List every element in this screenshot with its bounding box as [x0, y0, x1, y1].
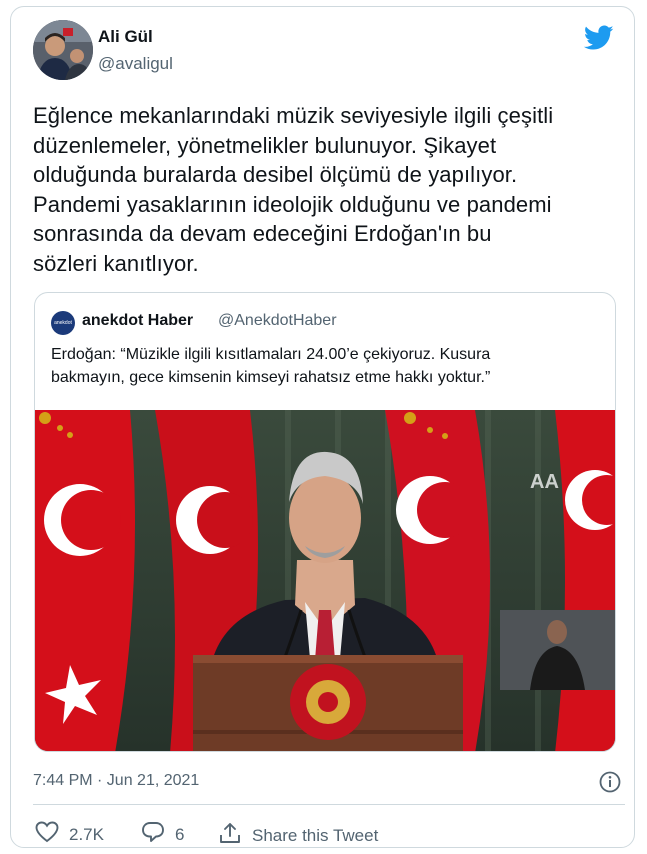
tweet-card: Ali Gül @avaligul Eğlence mekanlarındaki…	[10, 6, 635, 848]
quoted-text: Erdoğan: “Müzikle ilgili kısıtlamaları 2…	[51, 346, 491, 386]
like-button[interactable]: 2.7K	[35, 821, 104, 848]
reply-icon	[141, 821, 165, 848]
quoted-avatar[interactable]: anekdot	[51, 311, 75, 335]
quoted-author-handle[interactable]: @AnekdotHaber	[218, 312, 337, 330]
reply-button[interactable]: 6	[141, 821, 184, 848]
tweet-timestamp[interactable]: 7:44 PM · Jun 21, 2021	[33, 772, 199, 790]
share-icon	[218, 821, 242, 850]
share-label: Share this Tweet	[252, 825, 379, 845]
quoted-media-image[interactable]: AA	[35, 410, 615, 751]
heart-icon	[35, 821, 59, 848]
share-button[interactable]: Share this Tweet	[218, 821, 378, 850]
divider	[33, 804, 625, 805]
like-count: 2.7K	[69, 824, 104, 844]
media-watermark: AA	[530, 471, 559, 493]
avatar[interactable]	[33, 20, 93, 80]
author-handle[interactable]: @avaligul	[98, 54, 173, 74]
quoted-author-name[interactable]: anekdot Haber	[82, 312, 193, 330]
author-name[interactable]: Ali Gül	[98, 27, 153, 47]
reply-count: 6	[175, 824, 185, 844]
twitter-bird-icon[interactable]	[583, 25, 614, 56]
tweet-text: Eğlence mekanlarındaki müzik seviyesiyle…	[33, 103, 554, 276]
info-icon[interactable]	[599, 771, 621, 798]
quoted-tweet[interactable]: anekdot anekdot Haber @AnekdotHaber Erdo…	[34, 292, 616, 752]
